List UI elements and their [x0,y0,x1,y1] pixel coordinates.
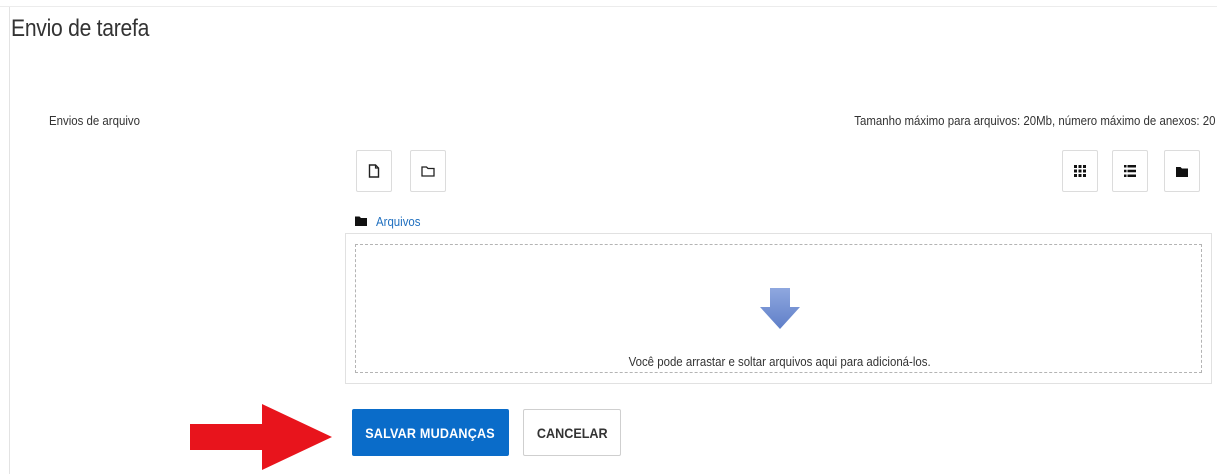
add-file-icon [368,164,380,178]
folder-icon [355,216,367,226]
folder-view-icon [1176,166,1188,177]
list-view-button[interactable] [1112,150,1148,192]
cancel-label: CANCELAR [536,424,608,441]
save-changes-button[interactable]: SALVAR MUDANÇAS [352,409,509,456]
cancel-button[interactable]: CANCELAR [523,409,621,456]
file-submissions-label: Envios de arquivo [49,113,140,128]
folder-path-bar: Arquivos [355,211,427,231]
dropzone-instruction: Você pode arrastar e soltar arquivos aqu… [356,354,1203,369]
file-dropzone[interactable]: Você pode arrastar e soltar arquivos aqu… [355,244,1202,373]
file-manager-container: Você pode arrastar e soltar arquivos aqu… [345,233,1212,384]
grid-view-button[interactable] [1062,150,1098,192]
page-title: Envio de tarefa [11,15,150,42]
red-annotation-arrow-icon [190,404,332,470]
assignment-submission-page: Envio de tarefa Envios de arquivo Tamanh… [0,0,1217,474]
list-view-icon [1124,165,1136,177]
dropzone-instruction-text: Você pode arrastar e soltar arquivos aqu… [628,354,931,369]
save-changes-label: SALVAR MUDANÇAS [365,424,496,441]
files-folder-link[interactable]: Arquivos [376,214,421,229]
drop-arrow-icon [760,288,800,329]
left-divider [9,7,10,474]
create-folder-icon [421,166,435,177]
grid-view-icon [1074,165,1086,177]
tree-view-button[interactable] [1164,150,1200,192]
file-limits-text: Tamanho máximo para arquivos: 20Mb, núme… [853,113,1215,128]
top-divider [0,6,1217,7]
create-folder-button[interactable] [410,150,446,192]
add-file-button[interactable] [356,150,392,192]
